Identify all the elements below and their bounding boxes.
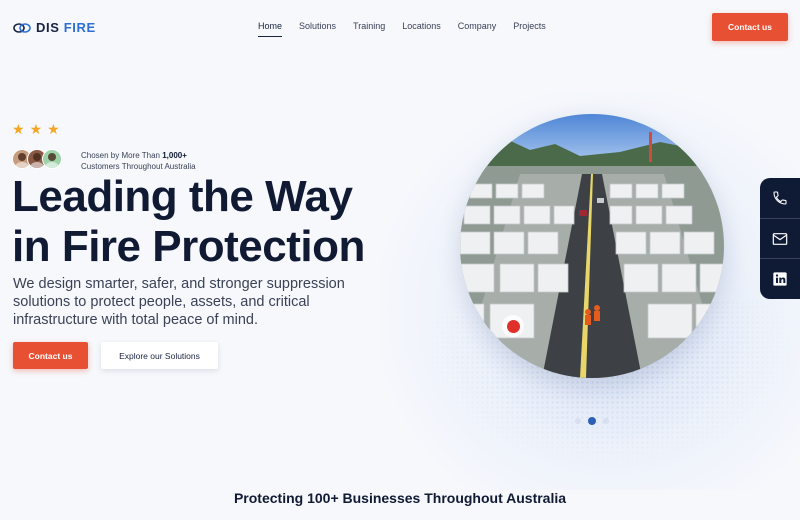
avatar [42, 149, 62, 169]
social-proof-text: Chosen by More Than 1,000+ Customers Thr… [81, 150, 196, 172]
carousel-indicators [575, 417, 609, 425]
social-proof-prefix: Chosen by More Than [81, 151, 163, 160]
rating-stars: ★ ★ ★ [12, 122, 60, 136]
social-proof-suffix: Customers Throughout Australia [81, 162, 196, 171]
side-phone-button[interactable] [760, 178, 800, 219]
nav-solutions[interactable]: Solutions [299, 21, 336, 31]
logo-text-accent: FIRE [63, 20, 96, 35]
headline-line-2: in Fire Protection [12, 222, 365, 271]
logo-mark-icon [13, 22, 31, 33]
side-mail-button[interactable] [760, 219, 800, 260]
hero-headline: Leading the Way in Fire Protection [12, 172, 412, 272]
nav-locations[interactable]: Locations [402, 21, 441, 31]
hero-image [460, 114, 724, 378]
mail-icon [772, 232, 788, 245]
explore-solutions-button[interactable]: Explore our Solutions [101, 342, 218, 369]
carousel-dot-1[interactable] [575, 418, 581, 424]
facility-aerial-illustration [460, 114, 724, 378]
carousel-dot-2[interactable] [588, 417, 596, 425]
star-icon: ★ [12, 121, 25, 137]
linkedin-icon [773, 272, 787, 286]
nav-company[interactable]: Company [458, 21, 497, 31]
carousel-dot-3[interactable] [603, 418, 609, 424]
record-dot-icon [506, 319, 520, 333]
main-nav: Home Solutions Training Locations Compan… [258, 21, 546, 37]
trust-heading: Protecting 100+ Businesses Throughout Au… [233, 490, 567, 506]
hero-contact-button[interactable]: Contact us [13, 342, 88, 369]
star-icon: ★ [47, 121, 60, 137]
customer-avatars [12, 149, 62, 169]
social-proof-count: 1,000+ [162, 151, 187, 160]
headline-line-1: Leading the Way [12, 172, 353, 221]
logo[interactable]: DIS FIRE [13, 20, 96, 35]
nav-projects[interactable]: Projects [513, 21, 546, 31]
record-button[interactable] [502, 315, 524, 337]
logo-text-primary: DIS [36, 20, 60, 35]
header-contact-button[interactable]: Contact us [712, 13, 788, 41]
phone-icon [773, 191, 787, 205]
star-icon: ★ [29, 121, 43, 137]
hero-subcopy: We design smarter, safer, and stronger s… [13, 276, 345, 328]
nav-home[interactable]: Home [258, 21, 283, 37]
nav-training[interactable]: Training [353, 21, 385, 31]
side-linkedin-button[interactable] [760, 259, 800, 299]
side-contact-bar [760, 178, 800, 299]
logo-text: DIS FIRE [36, 20, 96, 35]
